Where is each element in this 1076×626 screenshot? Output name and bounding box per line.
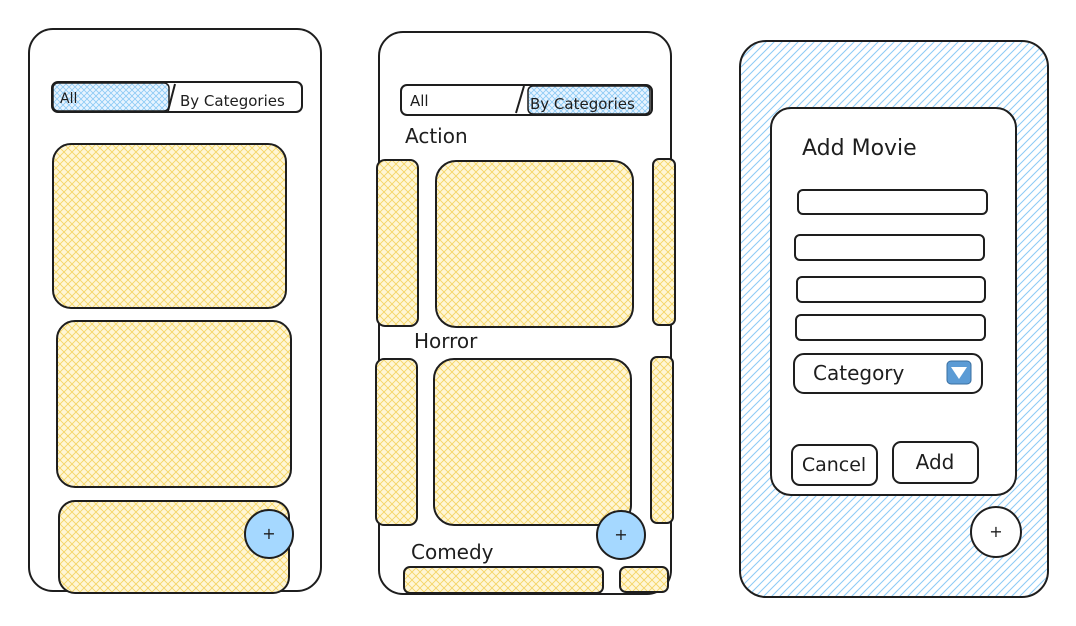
chevron-down-icon [946, 360, 972, 385]
tab-categories-label: By Categories [530, 95, 635, 113]
section-title-action: Action [405, 124, 468, 148]
add-button-label: Add [916, 450, 955, 474]
add-movie-fab[interactable]: + [596, 510, 646, 560]
add-movie-fab[interactable]: + [970, 506, 1022, 558]
cancel-button[interactable]: Cancel [791, 444, 878, 486]
segmented-tabs: All By Categories [400, 84, 653, 116]
dialog-title: Add Movie [802, 136, 917, 161]
tab-all-label: All [60, 91, 77, 107]
plus-icon: + [262, 524, 275, 543]
wireframe-canvas: All By Categories + All By Categories Ac… [28, 28, 1049, 598]
category-select[interactable]: Category [793, 353, 983, 394]
add-button[interactable]: Add [892, 441, 979, 484]
plus-icon: + [614, 525, 627, 544]
movie-card-peek[interactable] [619, 566, 669, 593]
movie-card[interactable] [52, 143, 287, 309]
movie-card-peek[interactable] [650, 356, 674, 524]
movie-card[interactable] [403, 566, 604, 594]
movie-card-peek[interactable] [376, 159, 419, 327]
category-select-label: Category [813, 361, 905, 385]
movie-card-peek[interactable] [652, 158, 676, 326]
movie-card[interactable] [433, 358, 632, 526]
cancel-button-label: Cancel [802, 454, 866, 476]
screen-all-movies: All By Categories + [28, 28, 322, 594]
section-title-comedy: Comedy [411, 540, 494, 564]
add-movie-dialog: Add Movie Category Cancel Add [770, 107, 1017, 496]
movie-card[interactable] [435, 160, 634, 328]
section-title-horror: Horror [414, 329, 478, 353]
screen-add-movie-dialog: Add Movie Category Cancel Add + [739, 40, 1049, 598]
add-movie-fab[interactable]: + [244, 509, 294, 559]
movie-card-peek[interactable] [375, 358, 418, 526]
movie-field[interactable] [794, 234, 985, 261]
tab-all-label[interactable]: All [410, 92, 429, 110]
movie-field[interactable] [795, 314, 986, 341]
screen-by-categories: All By Categories Action Horror Comedy + [375, 31, 676, 595]
plus-icon: + [989, 522, 1002, 541]
movie-card[interactable] [56, 320, 292, 488]
movie-field[interactable] [796, 276, 986, 303]
segmented-tabs: All By Categories [51, 81, 303, 113]
tab-categories-label[interactable]: By Categories [180, 92, 285, 110]
movie-title-field[interactable] [797, 189, 988, 215]
